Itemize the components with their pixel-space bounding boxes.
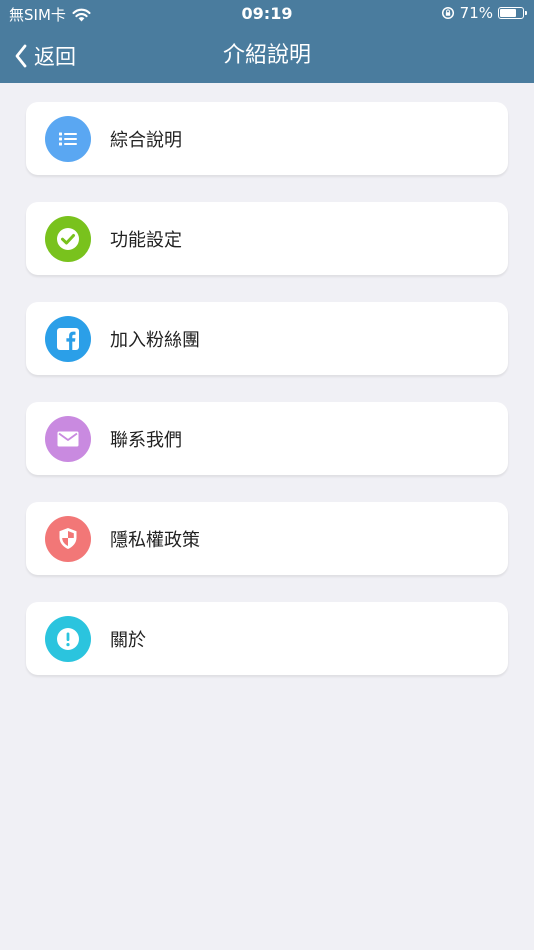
menu-item-label: 加入粉絲團 bbox=[110, 329, 200, 351]
menu-item-settings[interactable]: 功能設定 bbox=[26, 202, 508, 275]
menu-item-label: 聯系我們 bbox=[110, 429, 182, 451]
battery-percent: 71% bbox=[459, 4, 493, 22]
menu-item-contact[interactable]: 聯系我們 bbox=[26, 402, 508, 475]
chevron-left-icon bbox=[15, 44, 27, 67]
battery-icon bbox=[498, 7, 527, 19]
status-bar: 無SIM卡 09:19 71% bbox=[0, 0, 534, 28]
menu-item-label: 綜合說明 bbox=[110, 129, 182, 151]
menu-item-privacy[interactable]: 隱私權政策 bbox=[26, 502, 508, 575]
menu-item-fan-page[interactable]: 加入粉絲團 bbox=[26, 302, 508, 375]
facebook-icon bbox=[45, 315, 91, 362]
rotation-lock-icon bbox=[441, 6, 454, 20]
menu-list: 綜合說明 功能設定 加入粉絲團 聯系我們 隱私權政策 關於 bbox=[26, 102, 508, 702]
back-label: 返回 bbox=[34, 44, 76, 69]
info-icon bbox=[45, 615, 91, 662]
menu-item-label: 關於 bbox=[110, 629, 146, 651]
nav-bar: 返回 介紹說明 bbox=[0, 28, 534, 83]
battery-tip bbox=[525, 11, 527, 15]
battery-fill bbox=[500, 9, 516, 17]
menu-item-label: 功能設定 bbox=[110, 229, 182, 251]
list-icon bbox=[45, 115, 91, 162]
shield-icon bbox=[45, 515, 91, 562]
page-title: 介紹說明 bbox=[222, 43, 311, 68]
menu-item-overview[interactable]: 綜合說明 bbox=[26, 102, 508, 175]
status-right: 71% bbox=[441, 4, 527, 22]
back-button[interactable]: 返回 bbox=[14, 28, 76, 83]
mail-icon bbox=[45, 415, 91, 462]
checkmark-icon bbox=[45, 215, 91, 262]
menu-item-label: 隱私權政策 bbox=[110, 529, 200, 551]
menu-item-about[interactable]: 關於 bbox=[26, 602, 508, 675]
app-header: 無SIM卡 09:19 71% 返回 介紹說明 bbox=[0, 0, 534, 83]
